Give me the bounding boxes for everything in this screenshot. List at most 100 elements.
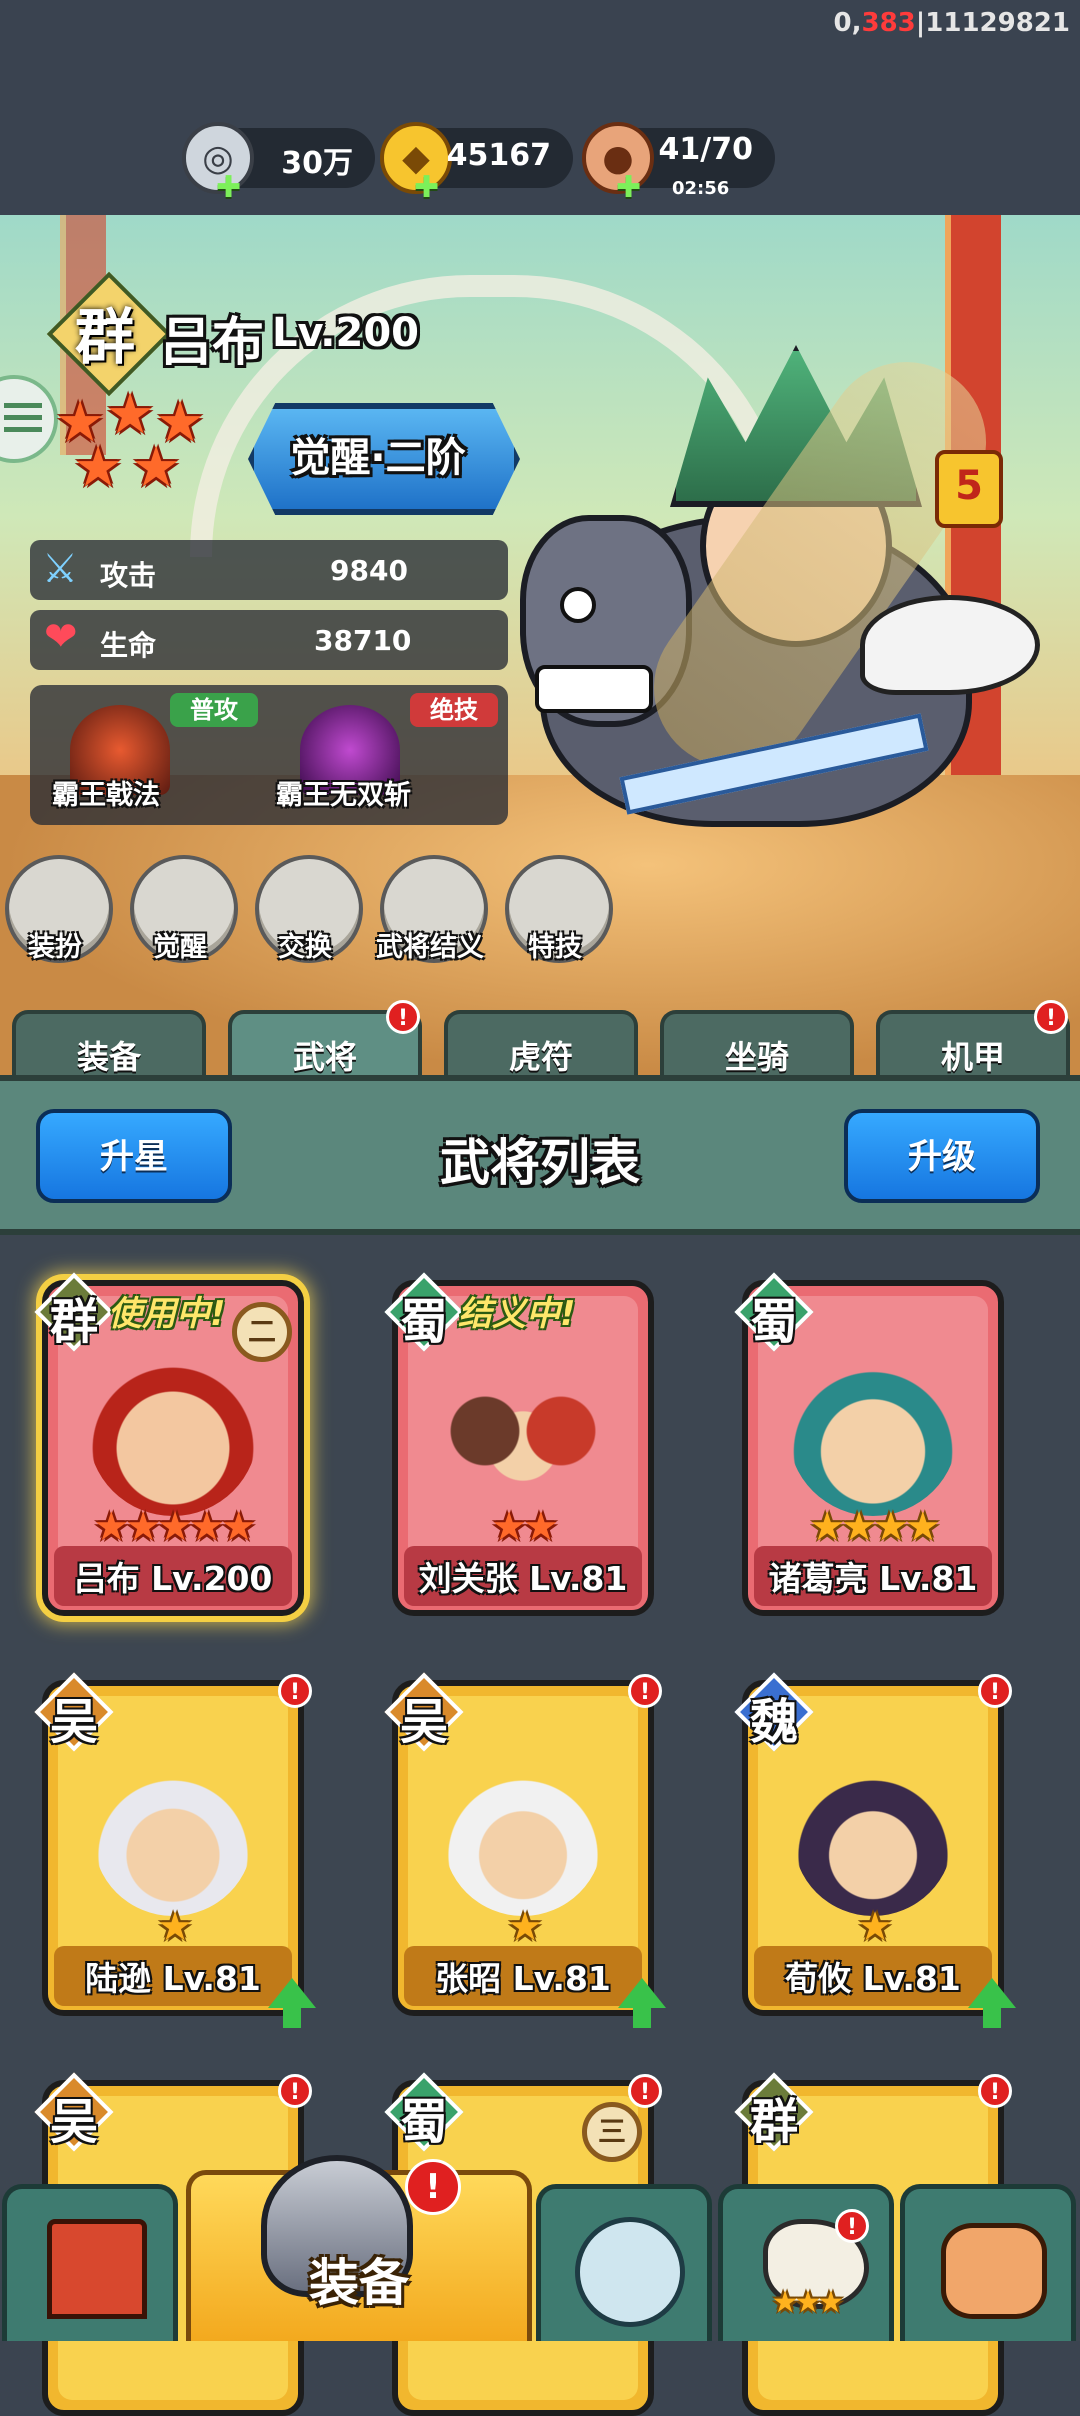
general-name: 张昭 Lv.81 <box>435 1959 611 1998</box>
skill-name: 霸王戟法 <box>52 780 160 811</box>
level-up-button[interactable]: 升级 <box>844 1109 1040 1203</box>
star: ★ <box>73 435 124 500</box>
tab-generals-badge: ! <box>386 1000 420 1034</box>
upgrade-arrow-icon <box>618 1978 666 2028</box>
faction-badge: 魏 <box>734 1672 814 1752</box>
sworn-tag: 结义中! <box>458 1294 576 1334</box>
nav-recruit[interactable]: ★★★ ! <box>718 2184 894 2341</box>
general-name: 刘关张 Lv.81 <box>418 1559 628 1598</box>
faction-badge: 吴 <box>34 2072 114 2152</box>
dove <box>860 595 1040 695</box>
special-skill-label: 特技 <box>528 932 582 963</box>
general-portrait <box>428 1356 618 1506</box>
silver-resource[interactable]: ◎ ✚ 30万 <box>182 122 375 205</box>
awaken-function-label: 觉醒 <box>153 932 207 963</box>
rank-ring: 三 <box>582 2102 642 2162</box>
card-stars: ★★★★ <box>809 1504 940 1550</box>
general-portrait <box>788 1346 958 1516</box>
add-stamina-icon[interactable]: ✚ <box>616 170 641 205</box>
general-portrait <box>793 1756 953 1916</box>
general-card[interactable]: ★ 张昭 Lv.81 吴 ! <box>384 1672 666 2028</box>
card-stars: ★★★★★ <box>93 1504 256 1550</box>
skills-panel: 普攻 绝技 霸王戟法 霸王无双斩 <box>30 685 508 825</box>
card-stars: ★★ <box>491 1504 559 1550</box>
faction-badge: 群 <box>34 1272 114 1352</box>
general-name: 荀攸 Lv.81 <box>785 1959 961 1998</box>
general-name: 吕布 Lv.200 <box>73 1559 273 1598</box>
hero-scene: 群 吕布 Lv.200 ★ ★ ★ ★ ★ 觉醒·二阶 ⚔ 攻击 9840 ❤ … <box>0 215 1080 1075</box>
awaken-label: 觉醒·二阶 <box>290 435 466 481</box>
hero-faction-badge: 群 <box>46 271 172 397</box>
skill-tag: 绝技 <box>410 693 498 727</box>
fist-upgrade-icon <box>941 2223 1047 2319</box>
general-card[interactable]: ★★★★★ 吕布 Lv.200 群 使用中! 二 <box>34 1272 304 1616</box>
general-card[interactable]: ★ 陆逊 Lv.81 吴 ! <box>34 1672 316 2028</box>
stat-label: 攻击 <box>100 559 157 592</box>
nav-equipment[interactable]: ! 装备 <box>186 2155 532 2341</box>
top-status-bar: 0,383|11129821 ◎ ✚ 30万 ◆ ✚ 45167 ● ✚ 41/… <box>0 0 1080 215</box>
nav-city[interactable] <box>2 2184 178 2341</box>
general-name: 陆逊 Lv.81 <box>85 1959 261 1998</box>
nav-battle[interactable] <box>536 2184 712 2341</box>
faction-badge: 蜀 <box>384 1272 464 1352</box>
nav-equipment-label: 装备 <box>309 2254 409 2312</box>
notification-badge: ! <box>978 2074 1012 2108</box>
notification-badge: ! <box>978 1674 1012 1708</box>
nav-equipment-badge: ! <box>405 2159 461 2215</box>
stat-value: 9840 <box>330 554 408 587</box>
faction-badge: 吴 <box>34 1672 114 1752</box>
gold-value: 45167 <box>446 138 551 173</box>
costume-label: 装扮 <box>28 932 82 963</box>
debug-readout: 0,383|11129821 <box>833 8 1070 38</box>
crossed-swords-icon <box>575 2217 685 2327</box>
notification-badge: ! <box>278 1674 312 1708</box>
faction-badge: 蜀 <box>734 1272 814 1352</box>
stat-health: ❤ 生命 38710 <box>30 610 508 670</box>
side-menu-handle[interactable] <box>0 375 58 463</box>
menu-icon <box>4 403 42 408</box>
faction-badge: 蜀 <box>384 2072 464 2152</box>
nav-upgrade[interactable] <box>900 2184 1076 2341</box>
add-silver-icon[interactable]: ✚ <box>216 170 241 205</box>
general-portrait <box>88 1346 258 1516</box>
tab-mecha-badge: ! <box>1034 1000 1068 1034</box>
card-stars: ★ <box>507 1904 543 1950</box>
notification-badge: ! <box>628 2074 662 2108</box>
costume-button[interactable]: 装扮 <box>5 855 113 963</box>
stat-attack: ⚔ 攻击 9840 <box>30 540 508 600</box>
hero-stars: ★ ★ ★ ★ ★ <box>55 382 225 500</box>
hero-name: 吕布 <box>160 313 265 373</box>
general-card[interactable]: ★★★★ 诸葛亮 Lv.81 蜀 <box>734 1272 1004 1616</box>
in-use-tag: 使用中! <box>108 1294 226 1334</box>
general-name: 诸葛亮 Lv.81 <box>768 1559 978 1598</box>
add-gold-icon[interactable]: ✚ <box>414 170 439 205</box>
card-stars: ★ <box>857 1904 893 1950</box>
general-portrait <box>443 1756 603 1916</box>
gold-resource[interactable]: ◆ ✚ 45167 <box>380 122 573 205</box>
general-card[interactable]: ★★ 刘关张 Lv.81 蜀 结义中! <box>384 1272 654 1616</box>
special-skill-button[interactable]: 特技 <box>505 855 613 963</box>
card-stars: ★ <box>157 1904 193 1950</box>
general-list-header: 升星 武将列表 升级 <box>0 1075 1080 1235</box>
upgrade-arrow-icon <box>268 1978 316 2028</box>
skill-name: 霸王无双斩 <box>276 780 411 811</box>
skill-tag: 普攻 <box>170 693 258 727</box>
stat-label: 生命 <box>100 629 157 662</box>
horse-eye <box>560 587 596 623</box>
nav-recruit-badge: ! <box>835 2209 869 2243</box>
sworn-brothers-button[interactable]: 武将结义 <box>376 855 488 963</box>
stamina-resource[interactable]: ● ✚ 41/70 02:56 <box>582 122 775 205</box>
silver-value: 30万 <box>281 146 353 181</box>
star: ★ <box>131 435 182 500</box>
stamina-timer: 02:56 <box>672 178 730 199</box>
city-gate-icon <box>47 2219 147 2319</box>
hero-level: Lv.200 <box>272 310 419 356</box>
general-card[interactable]: ★ 荀攸 Lv.81 魏 ! <box>734 1672 1016 2028</box>
upgrade-arrow-icon <box>968 1978 1016 2028</box>
faction-badge: 吴 <box>384 1672 464 1752</box>
notification-badge: ! <box>628 1674 662 1708</box>
general-portrait <box>93 1756 253 1916</box>
awaken-button[interactable]: 觉醒 <box>130 855 238 963</box>
stat-value: 38710 <box>314 624 412 657</box>
notification-badge: ! <box>278 2074 312 2108</box>
